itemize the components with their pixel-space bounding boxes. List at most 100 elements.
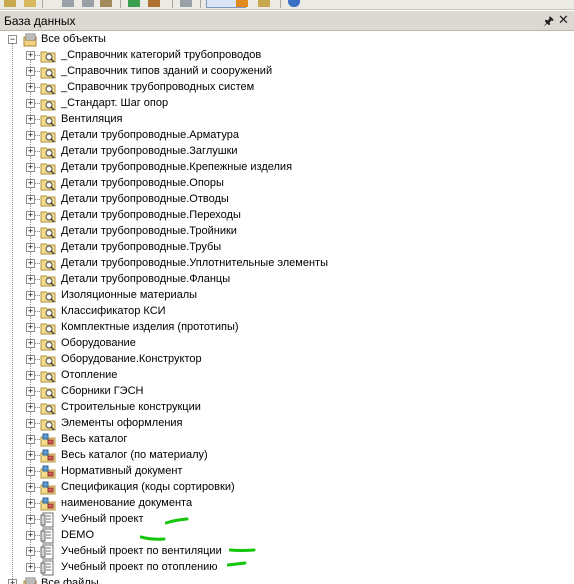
pin-icon[interactable]: 🖈︎ bbox=[543, 12, 554, 33]
tree-node[interactable]: + _Справочник категорий трубопроводов bbox=[0, 48, 574, 64]
paste-icon[interactable] bbox=[82, 0, 94, 7]
help-icon[interactable] bbox=[288, 0, 300, 7]
expand-icon[interactable]: + bbox=[26, 163, 35, 172]
tree-root-node[interactable]: + Все файлы bbox=[0, 576, 574, 584]
folder-search-icon bbox=[40, 64, 56, 80]
tree-node[interactable]: + Весь каталог (по материалу) bbox=[0, 448, 574, 464]
tree-node[interactable]: + Детали трубопроводные.Заглушки bbox=[0, 144, 574, 160]
expand-icon[interactable]: + bbox=[26, 419, 35, 428]
expand-icon[interactable]: + bbox=[26, 83, 35, 92]
tree-node[interactable]: + Сборники ГЭСН bbox=[0, 384, 574, 400]
expand-icon[interactable]: + bbox=[26, 275, 35, 284]
tree-node[interactable]: + Детали трубопроводные.Опоры bbox=[0, 176, 574, 192]
folder-search-icon bbox=[40, 240, 56, 256]
tree-node[interactable]: + Нормативный документ bbox=[0, 464, 574, 480]
tree-node[interactable]: + Учебный проект bbox=[0, 512, 574, 528]
tree-node[interactable]: + Классификатор КСИ bbox=[0, 304, 574, 320]
expand-icon[interactable]: + bbox=[26, 355, 35, 364]
tree-node-label: Весь каталог bbox=[61, 433, 128, 445]
expand-icon[interactable]: + bbox=[26, 371, 35, 380]
tree-node-label: Элементы оформления bbox=[61, 417, 183, 429]
close-icon[interactable]: ✕ bbox=[558, 12, 569, 28]
copy-icon[interactable] bbox=[62, 0, 74, 7]
folder-search-icon bbox=[40, 208, 56, 224]
tree-node[interactable]: + Весь каталог bbox=[0, 432, 574, 448]
toolbar-separator bbox=[200, 0, 201, 8]
expand-icon[interactable]: + bbox=[26, 307, 35, 316]
tree-node[interactable]: + Учебный проект по вентиляции bbox=[0, 544, 574, 560]
expand-icon[interactable]: + bbox=[26, 259, 35, 268]
project-icon bbox=[40, 512, 56, 528]
tree-node[interactable]: + Детали трубопроводные.Отводы bbox=[0, 192, 574, 208]
tree-node[interactable]: + Детали трубопроводные.Уплотнительные эл… bbox=[0, 256, 574, 272]
collapse-icon[interactable]: − bbox=[8, 35, 17, 44]
expand-icon[interactable]: + bbox=[26, 531, 35, 540]
expand-icon[interactable]: + bbox=[26, 291, 35, 300]
folder-search-icon bbox=[40, 144, 56, 160]
expand-icon[interactable]: + bbox=[26, 323, 35, 332]
expand-icon[interactable]: + bbox=[26, 499, 35, 508]
tree-node[interactable]: + Детали трубопроводные.Крепежные изделия bbox=[0, 160, 574, 176]
tree-node[interactable]: + _Стандарт. Шаг опор bbox=[0, 96, 574, 112]
tree-node[interactable]: + Спецификация (коды сортировки) bbox=[0, 480, 574, 496]
tree-root-node[interactable]: − Все объекты bbox=[0, 32, 574, 48]
expand-icon[interactable]: + bbox=[26, 547, 35, 556]
folder-search-icon bbox=[40, 128, 56, 144]
tree-node[interactable]: + Детали трубопроводные.Переходы bbox=[0, 208, 574, 224]
expand-icon[interactable]: + bbox=[26, 115, 35, 124]
project-icon bbox=[40, 528, 56, 544]
expand-icon[interactable]: + bbox=[8, 579, 17, 584]
expand-icon[interactable]: + bbox=[26, 147, 35, 156]
tree-node[interactable]: + Оборудование.Конструктор bbox=[0, 352, 574, 368]
add-icon[interactable] bbox=[128, 0, 140, 7]
expand-icon[interactable]: + bbox=[26, 195, 35, 204]
expand-icon[interactable]: + bbox=[26, 51, 35, 60]
tree-node[interactable]: + наименование документа bbox=[0, 496, 574, 512]
tree-node[interactable]: + Детали трубопроводные.Трубы bbox=[0, 240, 574, 256]
expand-icon[interactable]: + bbox=[26, 339, 35, 348]
expand-icon[interactable]: + bbox=[26, 67, 35, 76]
expand-icon[interactable]: + bbox=[26, 227, 35, 236]
tree-node[interactable]: + Изоляционные материалы bbox=[0, 288, 574, 304]
expand-icon[interactable]: + bbox=[26, 467, 35, 476]
edit-icon[interactable] bbox=[148, 0, 160, 7]
cut-icon[interactable] bbox=[100, 0, 112, 7]
tree-node[interactable]: + Детали трубопроводные.Фланцы bbox=[0, 272, 574, 288]
tree-node[interactable]: + Строительные конструкции bbox=[0, 400, 574, 416]
tree-node[interactable]: + DEMO bbox=[0, 528, 574, 544]
folder-search-icon bbox=[40, 224, 56, 240]
tree-node[interactable]: + Отопление bbox=[0, 368, 574, 384]
tree-node[interactable]: + _Справочник трубопроводных систем bbox=[0, 80, 574, 96]
tree-node[interactable]: + Детали трубопроводные.Тройники bbox=[0, 224, 574, 240]
panel-titlebar: База данных 🖈︎ ✕ bbox=[0, 11, 574, 31]
tree-node-label: наименование документа bbox=[61, 497, 193, 509]
expand-icon[interactable]: + bbox=[26, 563, 35, 572]
expand-icon[interactable]: + bbox=[26, 131, 35, 140]
tree-node[interactable]: + Оборудование bbox=[0, 336, 574, 352]
expand-icon[interactable]: + bbox=[26, 451, 35, 460]
expand-icon[interactable]: + bbox=[26, 99, 35, 108]
tree-node[interactable]: + _Справочник типов зданий и сооружений bbox=[0, 64, 574, 80]
expand-icon[interactable]: + bbox=[26, 483, 35, 492]
folder-search-icon bbox=[40, 160, 56, 176]
expand-icon[interactable]: + bbox=[26, 243, 35, 252]
box-icon[interactable] bbox=[258, 0, 270, 7]
expand-icon[interactable]: + bbox=[26, 179, 35, 188]
tree-node[interactable]: + Учебный проект по отоплению bbox=[0, 560, 574, 576]
tree-node[interactable]: + Детали трубопроводные.Арматура bbox=[0, 128, 574, 144]
folder-search-icon bbox=[40, 96, 56, 112]
tree-node-label: Детали трубопроводные.Уплотнительные эле… bbox=[61, 257, 328, 269]
expand-icon[interactable]: + bbox=[26, 211, 35, 220]
chart-icon[interactable] bbox=[236, 0, 248, 7]
tree-node[interactable]: + Комплектные изделия (прототипы) bbox=[0, 320, 574, 336]
expand-icon[interactable]: + bbox=[26, 435, 35, 444]
open-icon[interactable] bbox=[4, 0, 16, 7]
tree-node[interactable]: + Вентиляция bbox=[0, 112, 574, 128]
folder-icon[interactable] bbox=[24, 0, 36, 7]
expand-icon[interactable]: + bbox=[26, 387, 35, 396]
expand-icon[interactable]: + bbox=[26, 515, 35, 524]
tree-node[interactable]: + Элементы оформления bbox=[0, 416, 574, 432]
properties-icon[interactable] bbox=[180, 0, 192, 7]
expand-icon[interactable]: + bbox=[26, 403, 35, 412]
tree-node-label: Спецификация (коды сортировки) bbox=[61, 481, 235, 493]
